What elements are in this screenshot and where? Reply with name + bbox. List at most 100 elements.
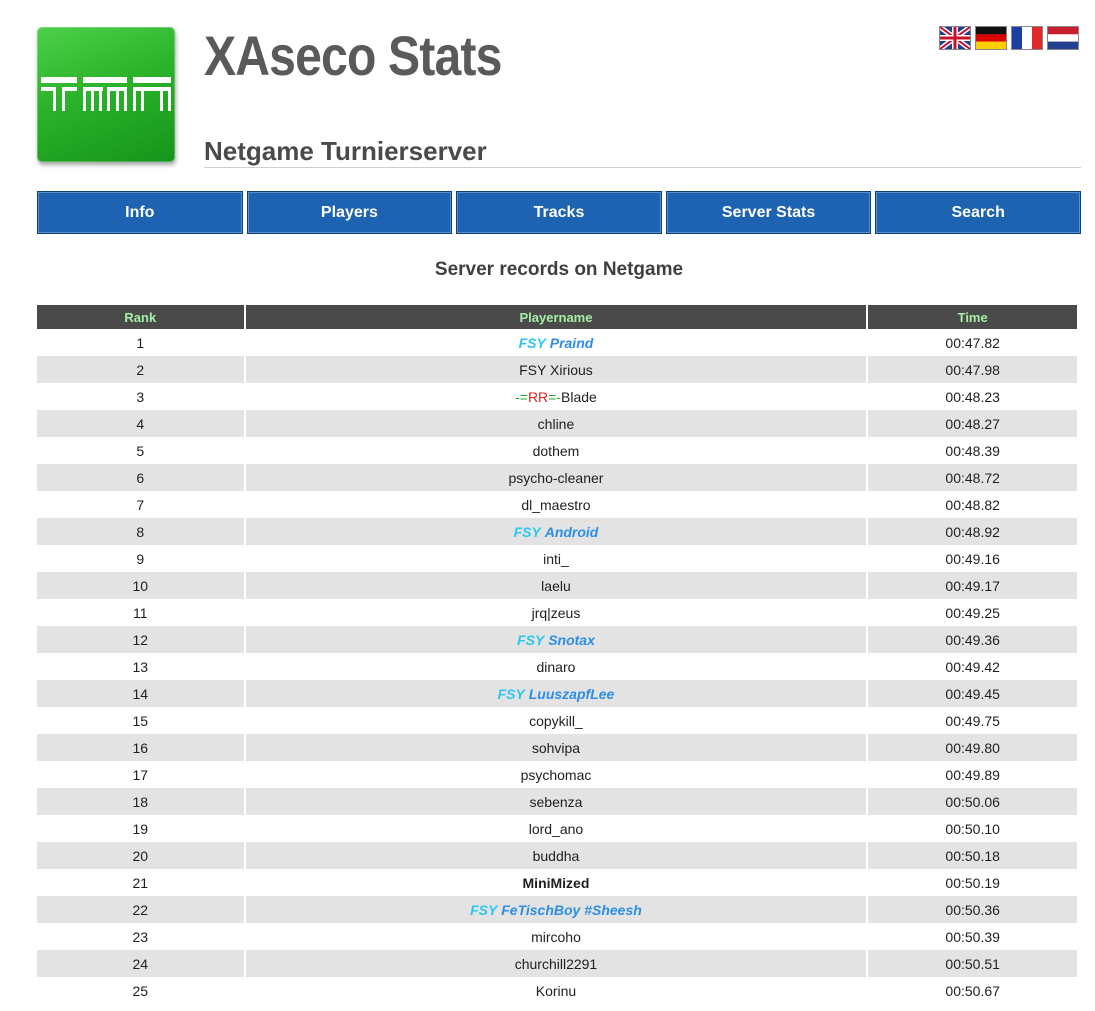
time-cell: 00:50.19: [945, 874, 1000, 891]
player-name-link[interactable]: dothem: [246, 437, 867, 464]
clan-tag: FSY: [497, 685, 525, 702]
time-cell: 00:50.36: [868, 896, 1077, 923]
nav-info-button[interactable]: Info: [37, 191, 243, 234]
player-name-link[interactable]: FSY Xirious: [245, 356, 867, 383]
clan-tag: FSY: [517, 631, 545, 648]
rank-cell: 12: [37, 626, 244, 653]
nav-search-button[interactable]: Search: [875, 191, 1081, 234]
records-body: 1 FSY Praind 00:47.82 2 FSY Xirious 00:47.98 3…: [37, 329, 1077, 1004]
table-row: 12 FSY Snotax 00:49.36: [37, 626, 1077, 653]
flag-nl-icon[interactable]: [1048, 27, 1078, 49]
player-name-link[interactable]: lord_ano: [246, 815, 867, 842]
player-nick: Android: [544, 523, 599, 540]
nav-tracks-button[interactable]: Tracks: [456, 191, 662, 234]
time-cell: 00:49.25: [945, 604, 1000, 621]
time-cell: 00:49.75: [945, 712, 1000, 729]
player-name-link[interactable]: churchill2291: [245, 950, 867, 977]
table-row: 21 MiniMized 00:50.19: [37, 869, 1077, 896]
table-row: 15 copykill_ 00:49.75: [37, 707, 1077, 734]
name-part: RR: [527, 388, 549, 405]
name-part: =-: [548, 388, 562, 405]
player-name-link[interactable]: mircoho: [246, 923, 867, 950]
time-cell: 00:48.82: [945, 496, 1000, 513]
player-name-link[interactable]: FSY LuuszapfLee: [245, 680, 867, 707]
time-cell: 00:49.36: [868, 626, 1077, 653]
player-name-link[interactable]: FSY Snotax: [245, 626, 867, 653]
column-header-time[interactable]: Time: [868, 305, 1077, 329]
player-name-link[interactable]: FSY FeTischBoy #Sheesh: [245, 896, 867, 923]
player-name-link[interactable]: sebenza: [245, 788, 867, 815]
rank-cell: 20: [37, 842, 244, 869]
tmn-logo[interactable]: [37, 27, 175, 162]
table-row: 1 FSY Praind 00:47.82: [37, 329, 1077, 356]
rank-cell: 6: [37, 464, 244, 491]
main-nav: Info Players Tracks Server Stats Search: [37, 191, 1081, 234]
player-name-link[interactable]: FSY Android: [245, 518, 867, 545]
time-cell: 00:47.98: [868, 356, 1077, 383]
site-title: XAseco Stats: [204, 24, 502, 87]
time-cell: 00:48.23: [945, 388, 1000, 405]
player-name-link[interactable]: inti_: [246, 545, 867, 572]
rank-cell: 25: [132, 982, 149, 999]
table-row: 24 churchill2291 00:50.51: [37, 950, 1077, 977]
column-header-playername[interactable]: Playername: [245, 305, 867, 329]
rank-cell: 4: [37, 410, 244, 437]
flag-fr-icon[interactable]: [1012, 27, 1042, 49]
time-cell: 00:49.89: [945, 766, 1000, 783]
player-name-link[interactable]: psychomac: [246, 761, 867, 788]
time-cell: 00:50.39: [945, 928, 1000, 945]
table-row: 3 -=RR=-Blade 00:48.23: [37, 383, 1077, 410]
player-name-link[interactable]: buddha: [245, 842, 867, 869]
player-name-link[interactable]: chline: [245, 410, 867, 437]
name-part: -=: [515, 388, 528, 405]
player-name-link[interactable]: dinaro: [246, 653, 867, 680]
flag-de-icon[interactable]: [976, 27, 1006, 49]
rank-cell: 2: [37, 356, 244, 383]
rank-cell: 23: [132, 928, 149, 945]
table-row: 22 FSY FeTischBoy #Sheesh 00:50.36: [37, 896, 1077, 923]
table-row: 10 laelu 00:49.17: [37, 572, 1077, 599]
clan-tag: FSY: [518, 334, 546, 351]
time-cell: 00:49.80: [868, 734, 1077, 761]
rank-cell: 5: [136, 442, 145, 459]
player-name-link[interactable]: Korinu: [246, 977, 867, 1004]
rank-cell: 19: [132, 820, 149, 837]
player-name-link[interactable]: sohvipa: [245, 734, 867, 761]
table-row: 20 buddha 00:50.18: [37, 842, 1077, 869]
page: XAseco Stats Netgame Turnierserver Info …: [0, 0, 1095, 1011]
nav-server-stats-button[interactable]: Server Stats: [665, 191, 872, 234]
rank-cell: 7: [136, 496, 145, 513]
time-cell: 00:50.67: [945, 982, 1000, 999]
flag-uk-icon[interactable]: [940, 27, 970, 49]
time-cell: 00:50.06: [868, 788, 1077, 815]
rank-cell: 11: [133, 604, 148, 621]
table-row: 9 inti_ 00:49.16: [37, 545, 1077, 572]
player-name-link[interactable]: -=RR=-Blade: [246, 383, 867, 410]
table-row: 23 mircoho 00:50.39: [37, 923, 1077, 950]
player-name-link[interactable]: psycho-cleaner: [245, 464, 867, 491]
time-cell: 00:48.27: [868, 410, 1077, 437]
rank-cell: 22: [37, 896, 244, 923]
player-name-link[interactable]: jrq|zeus: [246, 599, 867, 626]
clan-tag: FSY: [470, 901, 498, 918]
table-row: 17 psychomac 00:49.89: [37, 761, 1077, 788]
player-name-link[interactable]: FSY Praind: [246, 329, 867, 356]
time-cell: 00:48.92: [868, 518, 1077, 545]
player-name-link[interactable]: laelu: [245, 572, 867, 599]
player-name-link[interactable]: dl_maestro: [246, 491, 867, 518]
table-header-row: Rank Playername Time: [37, 305, 1077, 329]
time-cell: 00:50.51: [868, 950, 1077, 977]
nav-players-button[interactable]: Players: [246, 191, 453, 234]
table-row: 7 dl_maestro 00:48.82: [37, 491, 1077, 518]
player-name-link[interactable]: MiniMized: [246, 869, 867, 896]
column-header-rank[interactable]: Rank: [37, 305, 244, 329]
player-name-link[interactable]: copykill_: [246, 707, 867, 734]
rank-cell: 18: [37, 788, 244, 815]
tmn-logo-icon: [41, 77, 171, 111]
server-name: Netgame Turnierserver: [204, 136, 487, 166]
time-cell: 00:48.39: [945, 442, 1000, 459]
table-row: 18 sebenza 00:50.06: [37, 788, 1077, 815]
language-flags: [940, 27, 1078, 49]
table-row: 13 dinaro 00:49.42: [37, 653, 1077, 680]
rank-cell: 13: [132, 658, 149, 675]
